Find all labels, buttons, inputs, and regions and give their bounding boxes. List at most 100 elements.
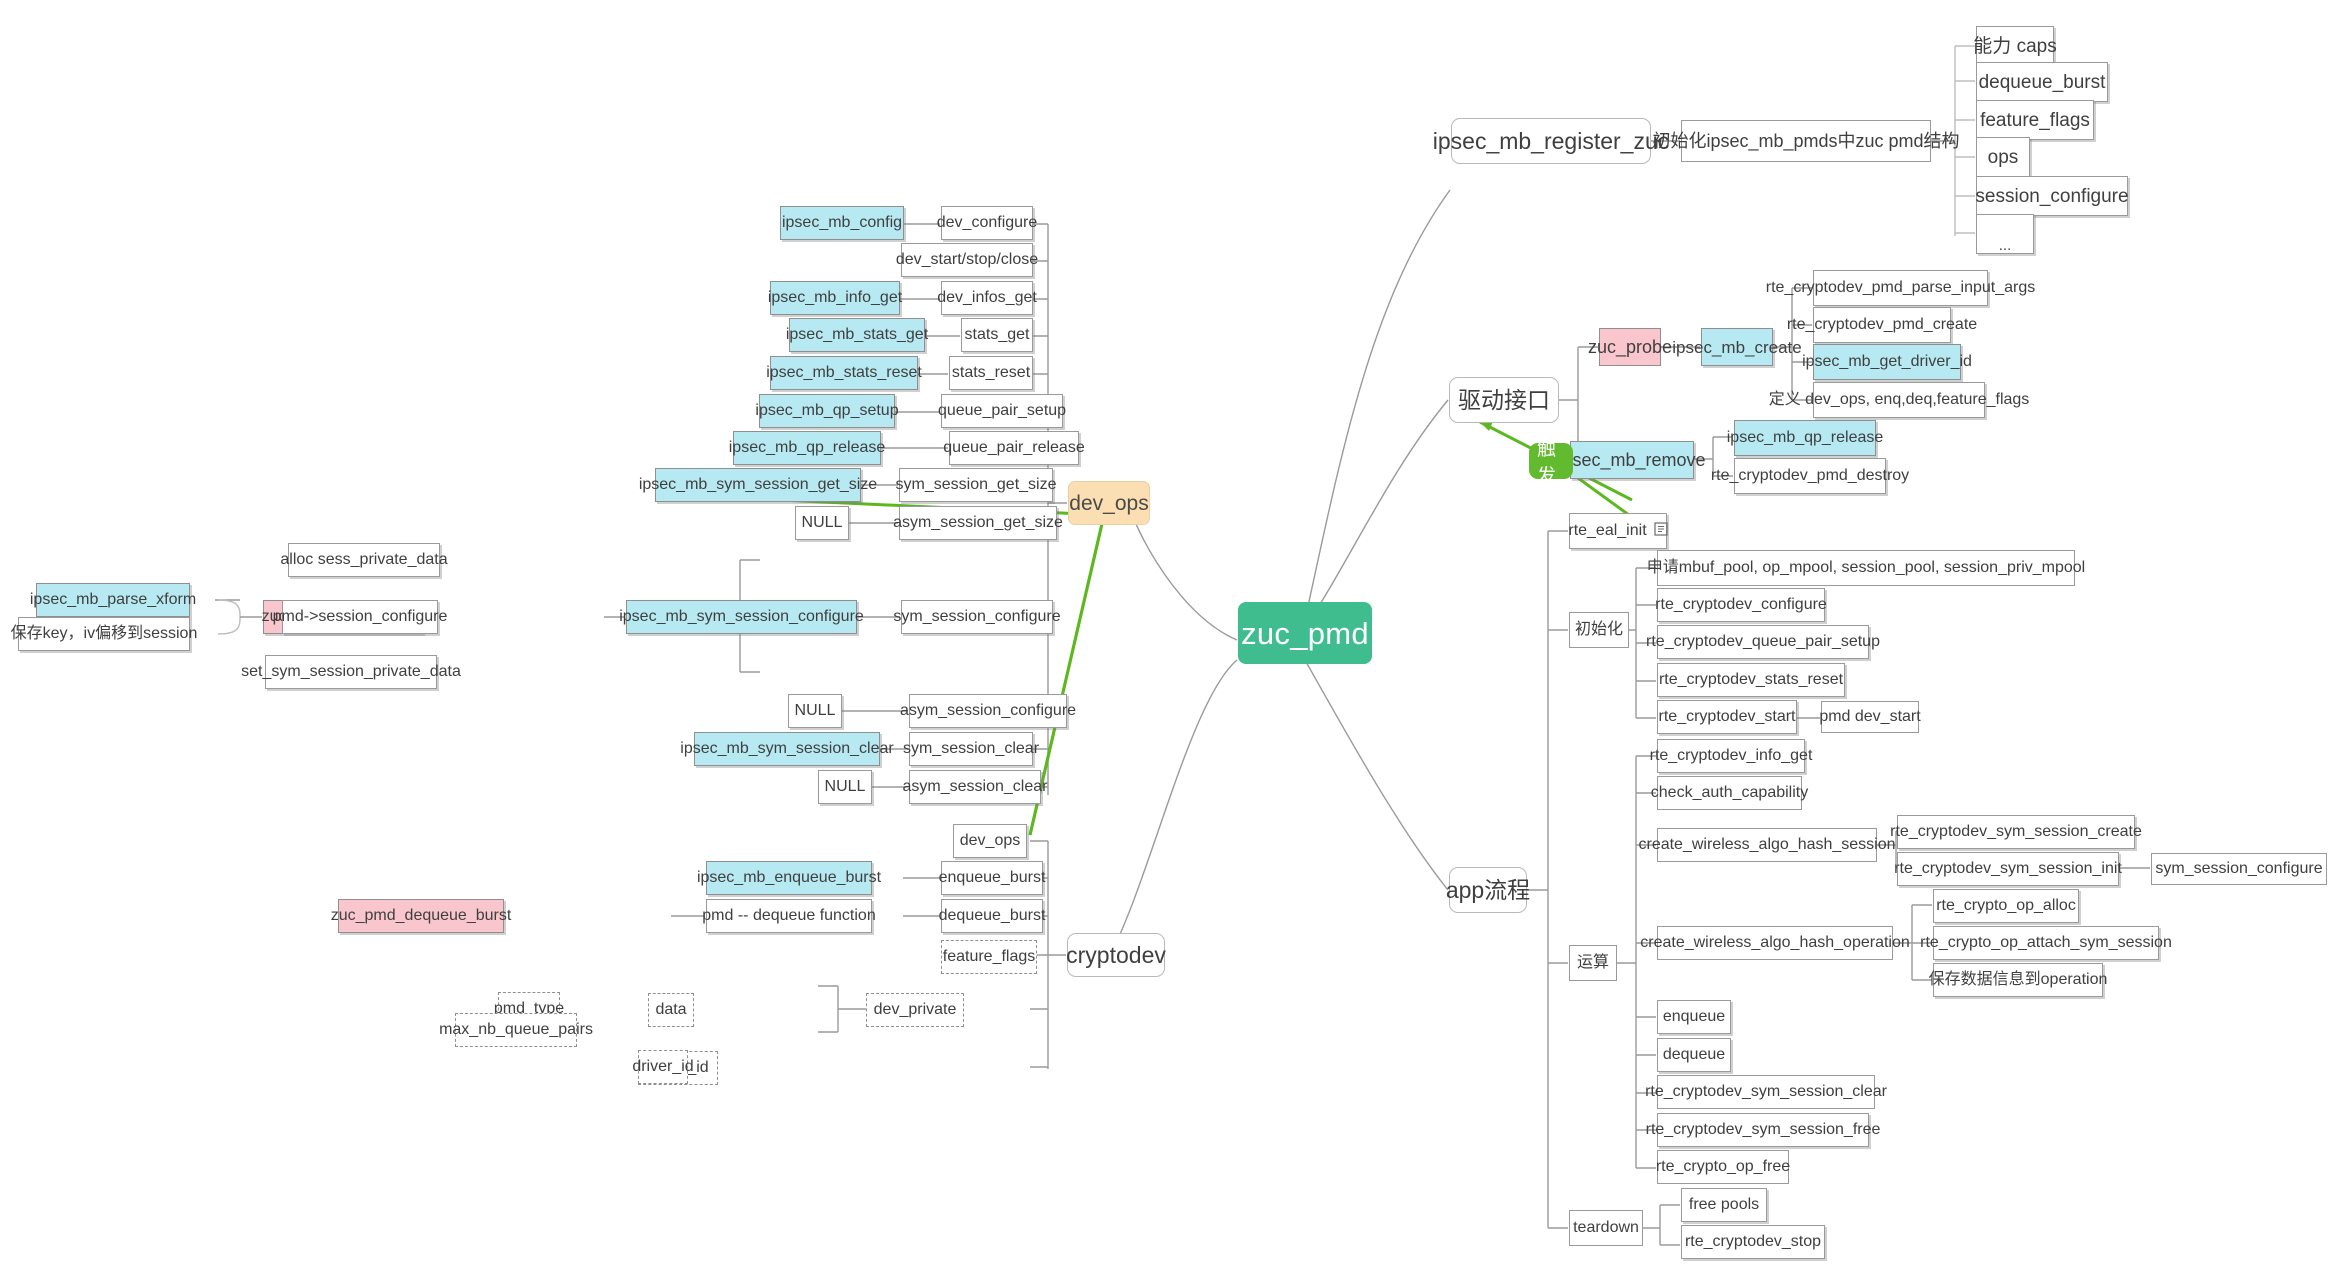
root-node-zuc-pmd[interactable]: zuc_pmd bbox=[1238, 602, 1372, 664]
node-group-operation[interactable]: 运算 bbox=[1569, 945, 1617, 981]
node-set-sym-session-private-data[interactable]: set_sym_session_private_data bbox=[241, 655, 461, 689]
node-op-enqueue[interactable]: enqueue bbox=[1657, 1000, 1731, 1034]
dev-ops-op-dev-configure[interactable]: dev_configure bbox=[937, 206, 1037, 240]
dev-ops-impl-ipsec-mb-config[interactable]: ipsec_mb_config bbox=[780, 206, 904, 240]
node-label: dev_start/stop/close bbox=[895, 251, 1039, 268]
node-pmd-parse-input-args[interactable]: rte_cryptodev_pmd_parse_input_args bbox=[1766, 270, 2035, 306]
node-group-init[interactable]: 初始化 bbox=[1569, 612, 1629, 648]
node-label: 初始化 bbox=[1575, 621, 1624, 638]
node-get-driver-id[interactable]: ipsec_mb_get_driver_id bbox=[1802, 344, 1972, 380]
dev-ops-impl-ipsec-mb-stats-reset[interactable]: ipsec_mb_stats_reset bbox=[766, 356, 922, 390]
node-label: teardown bbox=[1573, 1219, 1639, 1236]
node-group-teardown[interactable]: teardown bbox=[1569, 1210, 1643, 1246]
node-zuc-pmd-dequeue-burst[interactable]: zuc_pmd_dequeue_burst bbox=[331, 899, 511, 933]
node-cryptodev-main[interactable]: cryptodev bbox=[1066, 933, 1166, 977]
dev-private-data[interactable]: data bbox=[648, 993, 694, 1027]
node-label: asym_session_clear bbox=[902, 778, 1048, 795]
node-ops-field[interactable]: ops bbox=[1976, 137, 2030, 177]
dev-ops-impl-sym-session-get-size[interactable]: ipsec_mb_sym_session_get_size bbox=[639, 468, 877, 502]
dev-ops-impl-sym-session-configure[interactable]: ipsec_mb_sym_session_configure bbox=[619, 600, 864, 634]
dev-ops-op-asym-session-clear[interactable]: asym_session_clear bbox=[903, 770, 1047, 804]
node-zuc-probe[interactable]: zuc_probe bbox=[1588, 328, 1672, 366]
node-teardown-free-pools[interactable]: free pools bbox=[1681, 1188, 1767, 1222]
node-define-dev-ops[interactable]: 定义 dev_ops, enq,deq,feature_flags bbox=[1769, 382, 2029, 418]
dev-ops-op-sym-session-configure[interactable]: sym_session_configure bbox=[893, 600, 1061, 634]
node-ipsec-mb-remove[interactable]: ipsec_mb_remove bbox=[1558, 441, 1706, 479]
dev-ops-impl-ipsec-mb-info-get[interactable]: ipsec_mb_info_get bbox=[768, 281, 902, 315]
dev-ops-impl-ipsec-mb-qp-release[interactable]: ipsec_mb_qp_release bbox=[729, 431, 885, 465]
node-init-item-configure[interactable]: rte_cryptodev_configure bbox=[1655, 588, 1827, 622]
node-dev-ops-main[interactable]: dev_ops bbox=[1068, 481, 1150, 525]
node-driver-interface[interactable]: 驱动接口 bbox=[1449, 377, 1559, 423]
node-save-data-to-operation[interactable]: 保存数据信息到operation bbox=[1929, 963, 2107, 997]
node-ipsec-mb-enqueue-burst[interactable]: ipsec_mb_enqueue_burst bbox=[697, 861, 881, 895]
dev-ops-op-dev-infos-get[interactable]: dev_infos_get bbox=[937, 281, 1037, 315]
node-crypto-op-attach-sym-session[interactable]: rte_crypto_op_attach_sym_session bbox=[1920, 926, 2172, 960]
node-save-key-iv-offset[interactable]: 保存key，iv偏移到session bbox=[11, 617, 197, 651]
dev-ops-op-sym-session-clear[interactable]: sym_session_clear bbox=[903, 732, 1039, 766]
node-alloc-sess-private-data[interactable]: alloc sess_private_data bbox=[280, 543, 448, 577]
node-label: rte_cryptodev_sym_session_create bbox=[1890, 823, 2142, 840]
node-pmd-session-configure[interactable]: pmd->session_configure bbox=[273, 600, 447, 634]
node-crypto-op-alloc[interactable]: rte_crypto_op_alloc bbox=[1933, 889, 2079, 923]
node-init-item-pools[interactable]: 申请mbuf_pool, op_mpool, session_pool, ses… bbox=[1647, 550, 2085, 586]
node-ipsec-mb-parse-xform[interactable]: ipsec_mb_parse_xform bbox=[30, 583, 196, 617]
node-op-hash-session[interactable]: create_wireless_algo_hash_session bbox=[1638, 828, 1896, 862]
node-label: rte_cryptodev_pmd_destroy bbox=[1710, 467, 1910, 484]
node-sym-session-init[interactable]: rte_cryptodev_sym_session_init bbox=[1894, 852, 2122, 886]
node-label: rte_crypto_op_alloc bbox=[1936, 897, 2076, 914]
node-ellipsis-field[interactable]: ... bbox=[1976, 214, 2034, 254]
cryptodev-field-dequeue-burst[interactable]: dequeue_burst bbox=[939, 899, 1045, 933]
node-dequeue-burst-field[interactable]: dequeue_burst bbox=[1976, 62, 2108, 102]
cryptodev-field-dev-ops[interactable]: dev_ops bbox=[953, 824, 1027, 858]
node-session-configure-field[interactable]: session_configure bbox=[1975, 176, 2129, 216]
node-ipsec-mb-create[interactable]: ipsec_mb_create bbox=[1672, 328, 1802, 366]
node-init-item-qp-setup[interactable]: rte_cryptodev_queue_pair_setup bbox=[1646, 625, 1880, 659]
node-op-info-get[interactable]: rte_cryptodev_info_get bbox=[1650, 739, 1812, 773]
node-op-check-auth[interactable]: check_auth_capability bbox=[1651, 776, 1808, 810]
node-pmd-create[interactable]: rte_cryptodev_pmd_create bbox=[1787, 307, 1977, 343]
dev-ops-op-asym-session-get-size[interactable]: asym_session_get_size bbox=[893, 506, 1063, 540]
dev-ops-impl-ipsec-mb-qp-setup[interactable]: ipsec_mb_qp_setup bbox=[755, 394, 899, 428]
cryptodev-field-dev-private[interactable]: dev_private bbox=[866, 993, 964, 1027]
dev-private-driver-id[interactable]: driver_id bbox=[632, 1050, 694, 1084]
dev-ops-impl-null-asym-configure[interactable]: NULL bbox=[788, 694, 842, 728]
node-ipsec-mb-register-zuc[interactable]: ipsec_mb_register_zuc bbox=[1433, 118, 1669, 164]
node-feature-flags-field[interactable]: feature_flags bbox=[1976, 100, 2094, 140]
node-label: ipsec_mb_sym_session_get_size bbox=[638, 476, 878, 493]
dev-ops-op-stats-reset[interactable]: stats_reset bbox=[949, 356, 1033, 390]
dev-ops-op-asym-session-configure[interactable]: asym_session_configure bbox=[900, 694, 1076, 728]
dev-ops-op-queue-pair-release[interactable]: queue_pair_release bbox=[943, 431, 1085, 465]
dev-private-max-nb-queue-pairs[interactable]: max_nb_queue_pairs bbox=[439, 1013, 593, 1047]
node-label: ipsec_mb_remove bbox=[1558, 450, 1706, 470]
node-sym-session-configure-right[interactable]: sym_session_configure bbox=[2151, 853, 2327, 885]
node-app-flow[interactable]: app流程 bbox=[1446, 867, 1530, 913]
node-pmd-dequeue-function[interactable]: pmd -- dequeue function bbox=[702, 899, 876, 933]
dev-ops-op-stats-get[interactable]: stats_get bbox=[961, 318, 1033, 352]
node-label: NULL bbox=[794, 702, 836, 719]
dev-ops-impl-null-asym-clear[interactable]: NULL bbox=[818, 770, 872, 804]
node-op-sym-session-free[interactable]: rte_cryptodev_sym_session_free bbox=[1646, 1113, 1880, 1147]
dev-ops-op-sym-session-get-size[interactable]: sym_session_get_size bbox=[896, 468, 1056, 502]
cryptodev-field-feature-flags[interactable]: feature_flags bbox=[941, 940, 1037, 974]
node-op-hash-operation[interactable]: create_wireless_algo_hash_operation bbox=[1640, 926, 1910, 960]
cryptodev-field-enqueue-burst[interactable]: enqueue_burst bbox=[939, 861, 1045, 895]
node-pmd-destroy[interactable]: rte_cryptodev_pmd_destroy bbox=[1711, 458, 1909, 494]
node-caps[interactable]: 能力 caps bbox=[1973, 26, 2057, 66]
dev-ops-impl-sym-session-clear[interactable]: ipsec_mb_sym_session_clear bbox=[680, 732, 894, 766]
node-init-item-stats-reset[interactable]: rte_cryptodev_stats_reset bbox=[1657, 663, 1845, 697]
node-rte-eal-init[interactable]: rte_eal_init bbox=[1568, 513, 1668, 549]
node-op-crypto-op-free[interactable]: rte_crypto_op_free bbox=[1656, 1150, 1790, 1184]
node-pmd-dev-start[interactable]: pmd dev_start bbox=[1819, 701, 1921, 733]
dev-ops-op-queue-pair-setup[interactable]: queue_pair_setup bbox=[938, 394, 1066, 428]
dev-ops-impl-ipsec-mb-stats-get[interactable]: ipsec_mb_stats_get bbox=[786, 318, 928, 352]
dev-ops-op-dev-start-stop-close[interactable]: dev_start/stop/close bbox=[896, 243, 1038, 277]
node-sym-session-create[interactable]: rte_cryptodev_sym_session_create bbox=[1890, 815, 2142, 849]
node-ipsec-mb-qp-release-drv[interactable]: ipsec_mb_qp_release bbox=[1727, 420, 1883, 456]
node-register-zuc-note[interactable]: 初始化ipsec_mb_pmds中zuc pmd结构 bbox=[1652, 120, 1960, 162]
node-op-sym-session-clear[interactable]: rte_cryptodev_sym_session_clear bbox=[1645, 1075, 1887, 1109]
node-teardown-cryptodev-stop[interactable]: rte_cryptodev_stop bbox=[1681, 1225, 1825, 1259]
dev-ops-impl-null-asym-get-size[interactable]: NULL bbox=[795, 506, 849, 540]
node-op-dequeue[interactable]: dequeue bbox=[1657, 1038, 1731, 1072]
node-init-item-start[interactable]: rte_cryptodev_start bbox=[1657, 700, 1797, 734]
